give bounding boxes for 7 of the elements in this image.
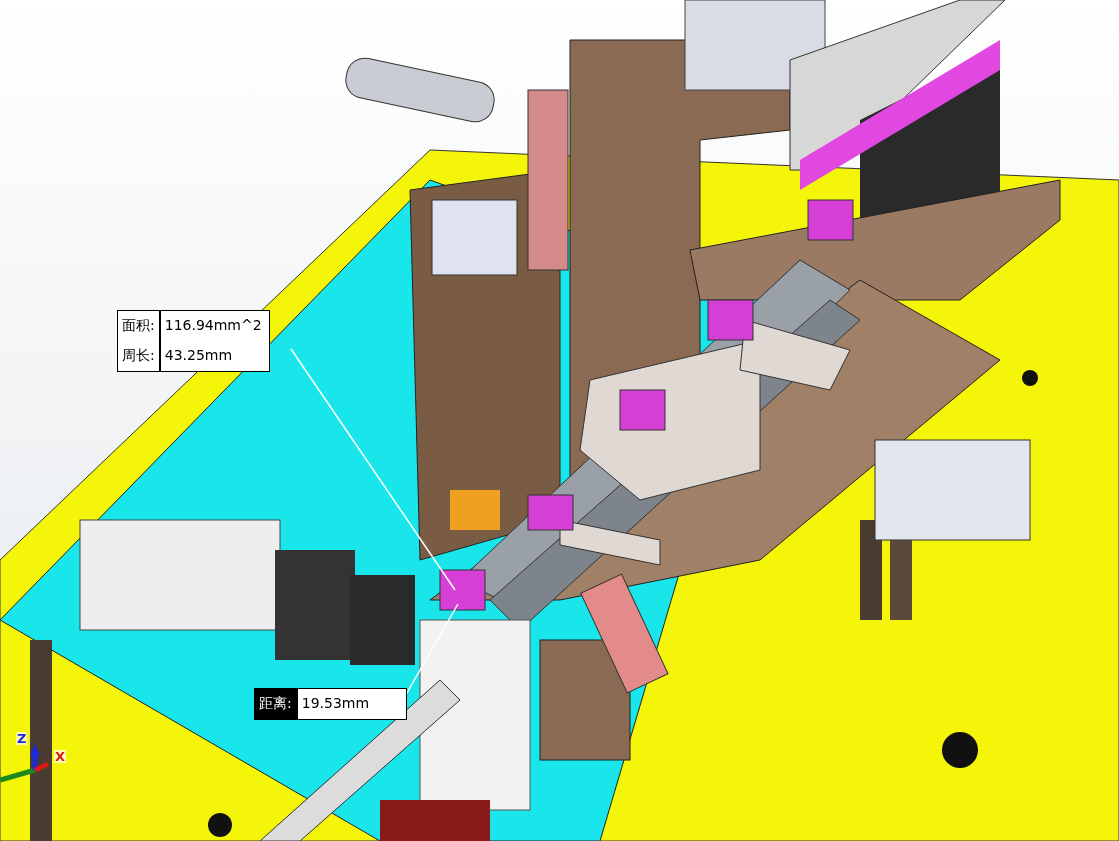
callout-value: 19.53mm xyxy=(300,694,371,713)
axis-label: Z xyxy=(16,732,28,745)
callout-label: 距离: xyxy=(255,689,298,719)
axis-triad-icon xyxy=(0,744,50,783)
callout-value: 43.25mm xyxy=(163,346,234,365)
axis-label: X xyxy=(54,750,67,763)
callout-value: 116.94mm^2 xyxy=(163,316,263,335)
